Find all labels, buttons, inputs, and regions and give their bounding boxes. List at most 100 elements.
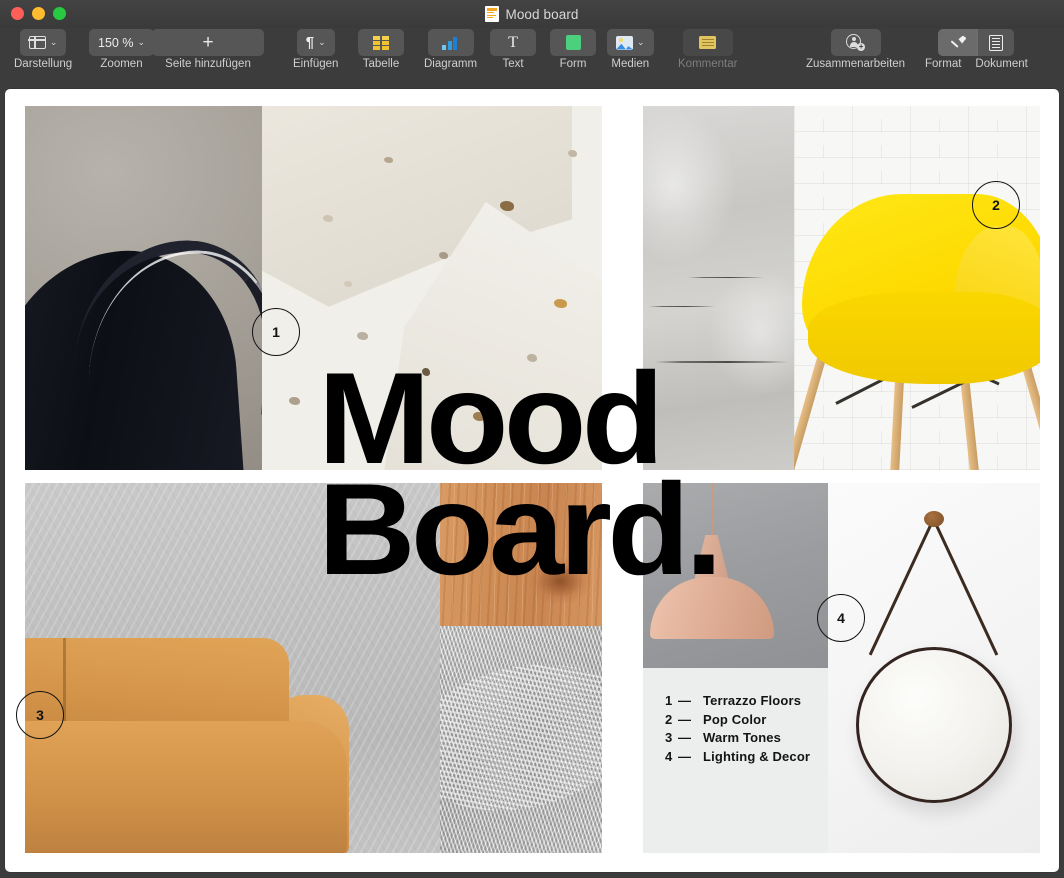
toolbar-item-collaborate[interactable]: + Zusammenarbeiten — [806, 29, 905, 71]
inspector-segmented-control[interactable] — [938, 29, 1014, 56]
list-item: 3 — Warm Tones — [665, 730, 810, 745]
mirror-wall-peg — [924, 511, 944, 527]
collaborate-label: Zusammenarbeiten — [806, 58, 905, 71]
window-title-bar: Mood board — [0, 0, 1064, 28]
sidebar-view-icon — [29, 36, 46, 49]
media-label: Medien — [611, 58, 649, 71]
paintbrush-icon — [949, 35, 966, 51]
sticky-note-icon — [699, 36, 716, 49]
legend-number: 3 — [665, 730, 678, 745]
toolbar-item-zoom[interactable]: 150 % ⌄ Zoomen — [89, 29, 154, 71]
legend-panel: 1 — Terrazzo Floors 2 — Pop Color 3 — Wa… — [643, 668, 828, 853]
view-button[interactable]: ⌄ — [20, 29, 67, 56]
legend-list: 1 — Terrazzo Floors 2 — Pop Color 3 — Wa… — [665, 693, 810, 764]
terrazzo-chip — [323, 215, 333, 222]
legend-dash: — — [678, 712, 703, 727]
zoom-value: 150 % — [98, 36, 133, 50]
table-grid-icon — [373, 36, 389, 50]
chair-seat-shape — [808, 292, 1040, 384]
number-badge-2[interactable]: 2 — [972, 181, 1020, 229]
dark-leather-chair-photo[interactable] — [25, 106, 262, 470]
document-canvas[interactable]: 1 — Terrazzo Floors 2 — Pop Color 3 — Wa… — [5, 89, 1059, 872]
toolbar-item-text[interactable]: T Text — [490, 29, 536, 71]
toolbar-inspector-group[interactable]: Format Dokument — [925, 29, 1028, 71]
format-button[interactable] — [938, 29, 977, 56]
traffic-lights — [11, 7, 66, 20]
mirror-strap-right — [869, 518, 935, 655]
legend-label: Warm Tones — [703, 730, 781, 745]
insert-label: Einfügen — [293, 58, 338, 71]
add-page-button[interactable]: + — [152, 29, 264, 56]
comment-label: Kommentar — [678, 58, 737, 71]
shape-button[interactable] — [550, 29, 596, 56]
list-item: 1 — Terrazzo Floors — [665, 693, 810, 708]
terrazzo-chip — [500, 201, 514, 211]
round-mirror-photo[interactable] — [828, 483, 1040, 853]
legend-label: Terrazzo Floors — [703, 693, 801, 708]
toolbar-item-shape[interactable]: Form — [550, 29, 596, 71]
format-label: Format — [925, 58, 961, 71]
toolbar-item-chart[interactable]: Diagramm — [424, 29, 477, 71]
photo-icon — [616, 36, 633, 50]
document-label: Dokument — [975, 58, 1027, 71]
add-person-icon: + — [846, 34, 865, 51]
legend-number: 4 — [665, 749, 678, 764]
toolbar-item-view[interactable]: ⌄ Darstellung — [14, 29, 72, 71]
minimize-button[interactable] — [32, 7, 45, 20]
legend-number: 2 — [665, 712, 678, 727]
paragraph-mark-icon: ¶ — [306, 35, 314, 50]
number-badge-1[interactable]: 1 — [252, 308, 300, 356]
page-title[interactable]: Mood Board. — [318, 363, 796, 584]
concrete-crack — [688, 277, 764, 278]
zoom-label: Zoomen — [100, 58, 142, 71]
window-title-group: Mood board — [485, 6, 578, 22]
close-button[interactable] — [11, 7, 24, 20]
number-badge-4[interactable]: 4 — [817, 594, 865, 642]
text-t-icon: T — [508, 35, 518, 51]
fur-swirl — [440, 645, 602, 830]
green-square-icon — [566, 35, 581, 50]
terrazzo-chip — [344, 281, 352, 287]
legend-number: 1 — [665, 693, 678, 708]
bar-chart-icon — [442, 36, 459, 50]
terrazzo-chip — [289, 397, 300, 405]
pages-document-icon — [485, 6, 499, 22]
terrazzo-chip — [554, 299, 567, 308]
chart-button[interactable] — [428, 29, 474, 56]
zoom-button[interactable] — [53, 7, 66, 20]
table-label: Tabelle — [363, 58, 399, 71]
text-label: Text — [502, 58, 523, 71]
number-badge-3[interactable]: 3 — [16, 691, 64, 739]
toolbar-item-insert[interactable]: ¶ ⌄ Einfügen — [293, 29, 338, 71]
chevron-down-icon: ⌄ — [318, 38, 326, 47]
mirror-glass — [856, 647, 1012, 803]
zoom-button-control[interactable]: 150 % ⌄ — [89, 29, 154, 56]
terrazzo-chip — [568, 150, 577, 157]
document-button[interactable] — [978, 29, 1014, 56]
plus-icon: + — [202, 33, 213, 52]
toolbar-item-media[interactable]: ⌄ Medien — [607, 29, 654, 71]
gray-fur-photo[interactable] — [440, 626, 602, 853]
list-item: 4 — Lighting & Decor — [665, 749, 810, 764]
chevron-down-icon: ⌄ — [137, 38, 145, 47]
toolbar-item-table[interactable]: Tabelle — [358, 29, 404, 71]
pages-app-window: Mood board ⌄ Darstellung 150 % ⌄ Zoomen … — [0, 0, 1064, 878]
legend-dash: — — [678, 730, 703, 745]
insert-button[interactable]: ¶ ⌄ — [297, 29, 335, 56]
mirror-strap-left — [933, 518, 999, 655]
toolbar-item-add-page[interactable]: + Seite hinzufügen — [152, 29, 264, 71]
legend-dash: — — [678, 693, 703, 708]
media-button[interactable]: ⌄ — [607, 29, 654, 56]
view-label: Darstellung — [14, 58, 72, 71]
chevron-down-icon: ⌄ — [50, 38, 58, 47]
text-button[interactable]: T — [490, 29, 536, 56]
chart-label: Diagramm — [424, 58, 477, 71]
table-button[interactable] — [358, 29, 404, 56]
add-page-label: Seite hinzufügen — [165, 58, 251, 71]
window-title: Mood board — [505, 7, 578, 22]
terrazzo-chip — [439, 252, 448, 259]
concrete-crack — [649, 306, 715, 307]
yellow-chair-photo[interactable] — [794, 106, 1040, 470]
collaborate-button[interactable]: + — [831, 29, 881, 56]
legend-label: Pop Color — [703, 712, 766, 727]
